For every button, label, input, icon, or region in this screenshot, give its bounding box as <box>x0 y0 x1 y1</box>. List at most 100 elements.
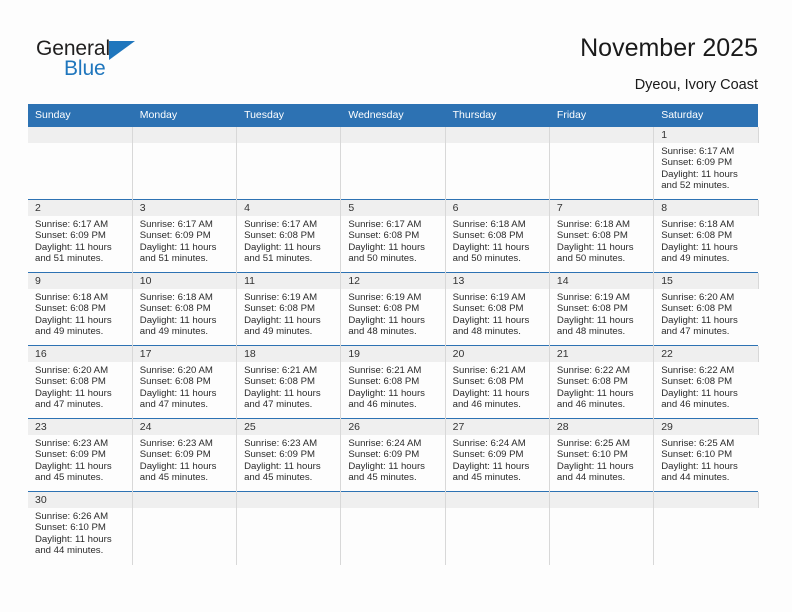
day-cell-content <box>445 492 550 565</box>
day-number: 7 <box>549 200 655 216</box>
calendar-day-cell[interactable]: 18 Sunrise: 6:21 AM Sunset: 6:08 PM Dayligh… <box>236 345 342 419</box>
calendar-day-cell[interactable]: 6 Sunrise: 6:18 AM Sunset: 6:08 PM Daylight… <box>445 199 550 273</box>
calendar-day-cell[interactable]: 15 Sunrise: 6:20 AM Sunset: 6:08 PM Dayligh… <box>653 272 759 346</box>
day-cell-content: 15 Sunrise: 6:20 AM Sunset: 6:08 PM Dayligh… <box>654 273 759 345</box>
day-sun-info: Sunrise: 6:18 AM Sunset: 6:08 PM Daylight:… <box>550 216 653 265</box>
calendar-day-cell[interactable]: 17 Sunrise: 6:20 AM Sunset: 6:08 PM Dayligh… <box>132 345 238 419</box>
daylight-duration-line2: and 44 minutes. <box>35 545 104 557</box>
daylight-duration-line2: and 49 minutes. <box>139 326 209 338</box>
daylight-duration-line2: and 45 minutes. <box>139 472 209 484</box>
calendar-day-cell[interactable]: 2 Sunrise: 6:17 AM Sunset: 6:09 PM Daylight… <box>28 199 133 273</box>
weekday-header-tuesday: Tuesday <box>236 104 342 127</box>
day-cell-content: 17 Sunrise: 6:20 AM Sunset: 6:08 PM Dayligh… <box>132 346 238 418</box>
sunrise-time: Sunrise: 6:22 AM <box>556 365 630 376</box>
calendar-day-cell[interactable]: 5 Sunrise: 6:17 AM Sunset: 6:08 PM Daylight… <box>340 199 446 273</box>
calendar-day-cell[interactable]: 21 Sunrise: 6:22 AM Sunset: 6:08 PM Dayligh… <box>549 345 655 419</box>
sunset-time: Sunset: 6:08 PM <box>661 376 733 388</box>
calendar-day-cell[interactable]: 25 Sunrise: 6:23 AM Sunset: 6:09 PM Dayligh… <box>236 418 342 492</box>
day-number: 25 <box>237 419 342 435</box>
day-cell-content: 9 Sunrise: 6:18 AM Sunset: 6:08 PM Daylight… <box>28 273 133 345</box>
calendar-day-cell-empty <box>340 491 446 565</box>
day-sun-info: Sunrise: 6:19 AM Sunset: 6:08 PM Daylight:… <box>341 289 444 338</box>
day-number <box>237 492 342 508</box>
day-sun-info: Sunrise: 6:23 AM Sunset: 6:09 PM Daylight:… <box>133 435 236 484</box>
calendar-day-cell[interactable]: 20 Sunrise: 6:21 AM Sunset: 6:08 PM Dayligh… <box>445 345 550 419</box>
calendar-day-cell[interactable]: 3 Sunrise: 6:17 AM Sunset: 6:09 PM Daylight… <box>132 199 238 273</box>
weekday-header-wednesday: Wednesday <box>340 104 446 127</box>
day-sun-info: Sunrise: 6:26 AM Sunset: 6:10 PM Daylight:… <box>28 508 132 557</box>
weekday-header-sunday: Sunday <box>28 104 133 127</box>
calendar-day-cell[interactable]: 19 Sunrise: 6:21 AM Sunset: 6:08 PM Dayligh… <box>340 345 446 419</box>
daylight-duration-line2: and 45 minutes. <box>452 472 521 484</box>
calendar-day-cell[interactable]: 28 Sunrise: 6:25 AM Sunset: 6:10 PM Dayligh… <box>549 418 655 492</box>
day-sun-info: Sunrise: 6:20 AM Sunset: 6:08 PM Daylight:… <box>28 362 132 411</box>
calendar-day-cell[interactable]: 27 Sunrise: 6:24 AM Sunset: 6:09 PM Dayligh… <box>445 418 550 492</box>
sunset-time: Sunset: 6:09 PM <box>452 449 524 461</box>
sunset-time: Sunset: 6:08 PM <box>244 303 315 315</box>
calendar-day-cell[interactable]: 4 Sunrise: 6:17 AM Sunset: 6:08 PM Daylight… <box>236 199 342 273</box>
sunrise-time: Sunrise: 6:26 AM <box>35 511 109 522</box>
daylight-duration-line1: Daylight: 11 hours <box>35 533 112 545</box>
calendar-day-cell[interactable]: 23 Sunrise: 6:23 AM Sunset: 6:09 PM Dayligh… <box>28 418 133 492</box>
daylight-duration-line1: Daylight: 11 hours <box>452 241 530 253</box>
calendar-day-cell-empty <box>236 491 342 565</box>
sunrise-time: Sunrise: 6:19 AM <box>244 292 318 303</box>
daylight-duration-line2: and 47 minutes. <box>244 399 313 411</box>
calendar-day-cell[interactable]: 16 Sunrise: 6:20 AM Sunset: 6:08 PM Dayligh… <box>28 345 133 419</box>
daylight-duration-line1: Daylight: 11 hours <box>556 241 634 253</box>
day-sun-info: Sunrise: 6:17 AM Sunset: 6:09 PM Daylight:… <box>133 216 236 265</box>
daylight-duration-line1: Daylight: 11 hours <box>348 241 425 253</box>
brand-logo[interactable]: General Blue <box>36 38 166 88</box>
day-number: 11 <box>237 273 342 289</box>
daylight-duration-line2: and 49 minutes. <box>244 326 313 338</box>
calendar-day-cell[interactable]: 11 Sunrise: 6:19 AM Sunset: 6:08 PM Dayligh… <box>236 272 342 346</box>
daylight-duration-line2: and 46 minutes. <box>348 399 417 411</box>
calendar-day-cell-empty <box>549 491 655 565</box>
day-number: 3 <box>132 200 238 216</box>
calendar-day-cell[interactable]: 29 Sunrise: 6:25 AM Sunset: 6:10 PM Dayligh… <box>653 418 759 492</box>
sunrise-time: Sunrise: 6:25 AM <box>661 438 735 449</box>
calendar-day-cell[interactable]: 22 Sunrise: 6:22 AM Sunset: 6:08 PM Dayligh… <box>653 345 759 419</box>
page-title: November 2025 <box>580 34 758 62</box>
calendar-day-cell[interactable]: 26 Sunrise: 6:24 AM Sunset: 6:09 PM Dayligh… <box>340 418 446 492</box>
calendar-day-cell[interactable]: 24 Sunrise: 6:23 AM Sunset: 6:09 PM Dayligh… <box>132 418 238 492</box>
calendar-day-cell[interactable]: 30 Sunrise: 6:26 AM Sunset: 6:10 PM Dayligh… <box>28 491 133 565</box>
daylight-duration-line1: Daylight: 11 hours <box>556 387 634 399</box>
day-cell-content: 10 Sunrise: 6:18 AM Sunset: 6:08 PM Dayligh… <box>132 273 238 345</box>
day-cell-content <box>237 492 342 565</box>
day-cell-content: 2 Sunrise: 6:17 AM Sunset: 6:09 PM Daylight… <box>28 200 133 272</box>
sunset-time: Sunset: 6:08 PM <box>35 376 106 388</box>
calendar-week-row: 2 Sunrise: 6:17 AM Sunset: 6:09 PM Daylight… <box>28 199 759 273</box>
brand-name-general: General <box>36 37 111 60</box>
day-number: 8 <box>654 200 759 216</box>
calendar-day-cell[interactable]: 8 Sunrise: 6:18 AM Sunset: 6:08 PM Daylight… <box>653 199 759 273</box>
calendar-day-cell[interactable]: 9 Sunrise: 6:18 AM Sunset: 6:08 PM Daylight… <box>28 272 133 346</box>
day-number: 13 <box>445 273 550 289</box>
day-cell-content: 3 Sunrise: 6:17 AM Sunset: 6:09 PM Daylight… <box>132 200 238 272</box>
sunset-time: Sunset: 6:08 PM <box>139 376 211 388</box>
sunrise-time: Sunrise: 6:20 AM <box>35 365 109 376</box>
day-cell-content <box>28 127 133 199</box>
day-number: 10 <box>132 273 238 289</box>
calendar-day-cell[interactable]: 1 Sunrise: 6:17 AM Sunset: 6:09 PM Daylight… <box>653 126 759 200</box>
calendar-day-cell[interactable]: 13 Sunrise: 6:19 AM Sunset: 6:08 PM Dayligh… <box>445 272 550 346</box>
calendar-day-cell[interactable]: 14 Sunrise: 6:19 AM Sunset: 6:08 PM Dayligh… <box>549 272 655 346</box>
day-cell-content: 12 Sunrise: 6:19 AM Sunset: 6:08 PM Dayligh… <box>341 273 446 345</box>
calendar-page: General Blue November 2025 Dyeou, Ivory … <box>0 0 792 612</box>
sunrise-time: Sunrise: 6:17 AM <box>348 219 422 230</box>
day-cell-content: 6 Sunrise: 6:18 AM Sunset: 6:08 PM Daylight… <box>445 200 550 272</box>
calendar-day-cell[interactable]: 12 Sunrise: 6:19 AM Sunset: 6:08 PM Dayligh… <box>340 272 446 346</box>
calendar-day-cell-empty <box>132 491 238 565</box>
daylight-duration-line1: Daylight: 11 hours <box>452 387 530 399</box>
daylight-duration-line1: Daylight: 11 hours <box>35 241 112 253</box>
calendar-day-cell[interactable]: 7 Sunrise: 6:18 AM Sunset: 6:08 PM Daylight… <box>549 199 655 273</box>
daylight-duration-line2: and 48 minutes. <box>348 326 417 338</box>
calendar-body: 1 Sunrise: 6:17 AM Sunset: 6:09 PM Daylight… <box>28 126 759 565</box>
day-sun-info: Sunrise: 6:21 AM Sunset: 6:08 PM Daylight:… <box>237 362 340 411</box>
day-cell-content <box>549 492 655 565</box>
day-number: 28 <box>549 419 655 435</box>
calendar-day-cell[interactable]: 10 Sunrise: 6:18 AM Sunset: 6:08 PM Dayligh… <box>132 272 238 346</box>
day-sun-info: Sunrise: 6:21 AM Sunset: 6:08 PM Daylight:… <box>341 362 444 411</box>
daylight-duration-line2: and 49 minutes. <box>661 253 730 265</box>
sunset-time: Sunset: 6:08 PM <box>348 230 420 242</box>
